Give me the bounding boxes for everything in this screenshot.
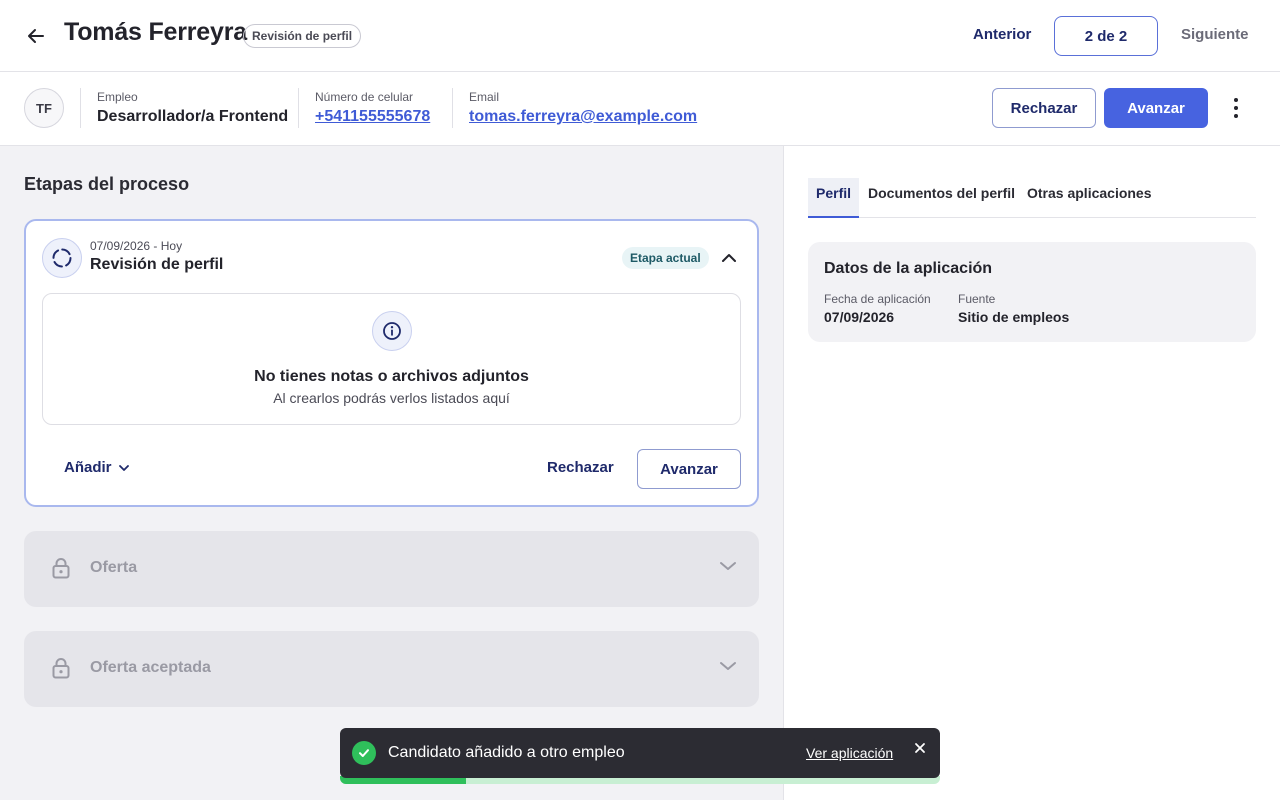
email-label: Email <box>469 90 500 104</box>
chevron-down-icon[interactable] <box>719 559 737 577</box>
stage-date: 07/09/2026 - Hoy <box>90 239 183 253</box>
current-stage-badge: Etapa actual <box>622 247 709 269</box>
application-date-field: Fecha de aplicación 07/09/2026 <box>824 292 931 325</box>
page-header: Tomás Ferreyra Revisión de perfil Anteri… <box>0 0 1280 72</box>
view-application-link[interactable]: Ver aplicación <box>806 745 893 761</box>
divider <box>80 88 81 128</box>
job-label: Empleo <box>97 90 138 104</box>
candidate-name: Tomás Ferreyra <box>64 18 247 46</box>
candidate-counter: 2 de 2 <box>1054 16 1158 56</box>
tab-profile[interactable]: Perfil <box>808 178 860 218</box>
divider <box>452 88 453 128</box>
tab-other-applications[interactable]: Otras aplicaciones <box>1027 178 1152 218</box>
status-badge: Revisión de perfil <box>243 24 362 48</box>
field-label: Fecha de aplicación <box>824 292 931 306</box>
advance-button[interactable]: Avanzar <box>1104 88 1208 128</box>
lock-icon <box>52 657 70 684</box>
phone-info: Número de celular +541155555678 <box>315 90 430 126</box>
application-data-card: Datos de la aplicación Fecha de aplicaci… <box>808 242 1256 342</box>
in-progress-icon <box>42 238 82 278</box>
notes-empty-state: No tienes notas o archivos adjuntos Al c… <box>42 293 741 425</box>
process-panel: Etapas del proceso 07/09/2026 - Hoy Revi… <box>0 146 783 800</box>
application-source-field: Fuente Sitio de empleos <box>958 292 1069 325</box>
locked-stage-offer-accepted: Oferta aceptada <box>24 631 759 707</box>
field-value: Sitio de empleos <box>958 309 1070 325</box>
stage-reject-button[interactable]: Rechazar <box>547 459 614 476</box>
add-dropdown-button[interactable]: Añadir <box>64 459 130 476</box>
next-button[interactable]: Siguiente <box>1181 26 1249 43</box>
job-info: Empleo Desarrollador/a Frontend <box>97 90 288 126</box>
field-value: 07/09/2026 <box>824 309 895 325</box>
info-icon <box>372 311 412 351</box>
job-value: Desarrollador/a Frontend <box>97 108 289 125</box>
close-icon[interactable] <box>912 740 928 756</box>
stage-name: Oferta <box>90 559 138 576</box>
profile-panel: Perfil Documentos del perfil Otras aplic… <box>783 146 1280 800</box>
chevron-down-icon <box>118 464 129 471</box>
stage-name: Oferta aceptada <box>90 659 211 676</box>
back-arrow-icon[interactable] <box>22 22 50 50</box>
chevron-up-icon[interactable] <box>718 247 740 269</box>
chevron-down-icon[interactable] <box>719 659 737 677</box>
empty-state-subtitle: Al crearlos podrás verlos listados aquí <box>273 390 510 406</box>
field-label: Fuente <box>958 292 996 306</box>
current-stage-card: 07/09/2026 - Hoy Revisión de perfil Etap… <box>24 219 759 507</box>
toast-notification: Candidato añadido a otro empleo Ver apli… <box>340 728 940 778</box>
tab-profile-documents[interactable]: Documentos del perfil <box>868 178 1015 218</box>
stage-advance-button[interactable]: Avanzar <box>637 449 741 489</box>
toast-message: Candidato añadido a otro empleo <box>388 744 625 761</box>
phone-label: Número de celular <box>315 90 414 104</box>
candidate-info-bar: TF Empleo Desarrollador/a Frontend Númer… <box>0 72 1280 146</box>
lock-icon <box>52 557 70 584</box>
divider <box>298 88 299 128</box>
phone-link[interactable]: +541155555678 <box>315 108 430 126</box>
avatar: TF <box>24 88 64 128</box>
more-options-icon[interactable] <box>1224 94 1248 122</box>
previous-button[interactable]: Anterior <box>973 26 1031 43</box>
section-title: Etapas del proceso <box>24 174 190 194</box>
reject-button[interactable]: Rechazar <box>992 88 1096 128</box>
email-info: Email tomas.ferreyra@example.com <box>469 90 697 126</box>
add-label: Añadir <box>64 459 112 476</box>
email-link[interactable]: tomas.ferreyra@example.com <box>469 108 697 126</box>
empty-state-title: No tienes notas o archivos adjuntos <box>254 368 529 385</box>
check-circle-icon <box>352 741 376 765</box>
profile-tabs: Perfil Documentos del perfil Otras aplic… <box>808 178 1256 218</box>
locked-stage-offer: Oferta <box>24 531 759 607</box>
card-title: Datos de la aplicación <box>824 260 993 277</box>
stage-name: Revisión de perfil <box>90 256 224 273</box>
